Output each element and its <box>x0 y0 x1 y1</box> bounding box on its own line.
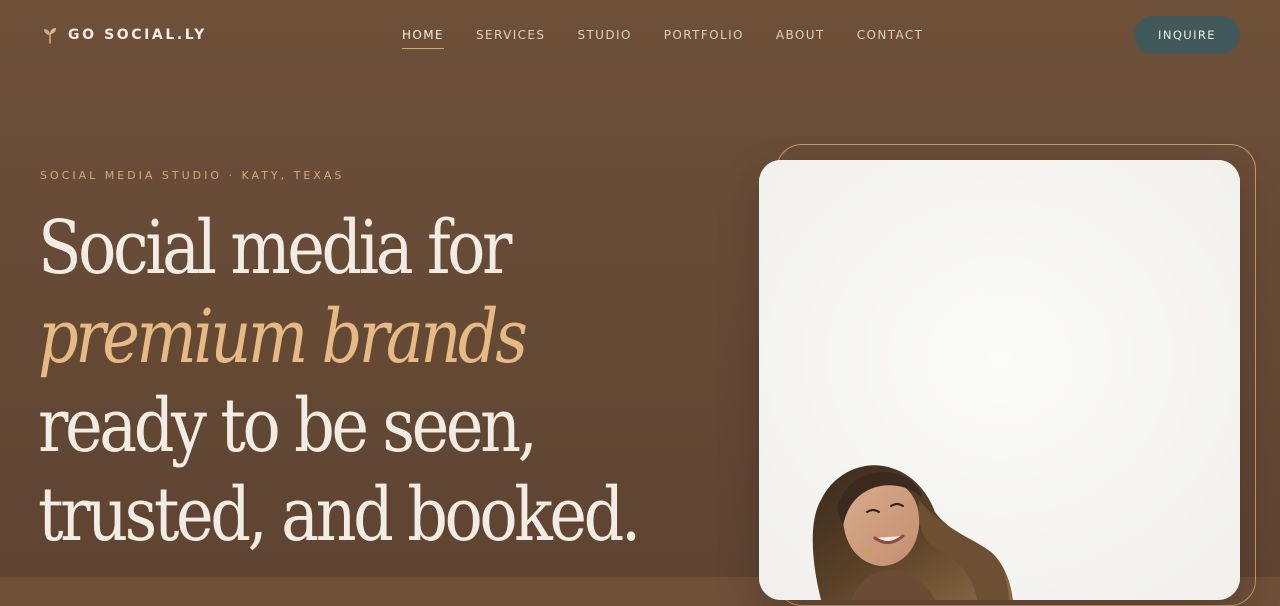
nav-home[interactable]: HOME <box>402 28 445 49</box>
hero-headline: Social media for premium brands ready to… <box>38 204 641 560</box>
headline-line-4: trusted, and booked. <box>38 472 641 558</box>
top-navigation: GO SOCIAL.LY HOME SERVICES STUDIO PORTFO… <box>0 0 1280 72</box>
nav-studio[interactable]: STUDIO <box>577 28 631 48</box>
nav-about[interactable]: ABOUT <box>776 28 825 48</box>
sprout-icon <box>44 28 56 44</box>
hero-eyebrow: SOCIAL MEDIA STUDIO · KATY, TEXAS <box>40 169 345 182</box>
nav-portfolio[interactable]: PORTFOLIO <box>664 28 744 48</box>
headline-accent: premium brands <box>38 294 528 380</box>
portrait-photo <box>759 160 1240 600</box>
headline-line-3: ready to be seen, <box>38 383 538 469</box>
nav-services[interactable]: SERVICES <box>476 28 545 48</box>
hero-photo-card <box>759 160 1240 600</box>
brand-name: GO SOCIAL.LY <box>68 27 207 43</box>
headline-line-1: Social media for <box>38 205 512 291</box>
main-menu: HOME SERVICES STUDIO PORTFOLIO ABOUT CON… <box>402 28 924 49</box>
brand-logo[interactable]: GO SOCIAL.LY <box>42 26 207 44</box>
nav-contact[interactable]: CONTACT <box>857 28 924 48</box>
inquire-button[interactable]: INQUIRE <box>1134 16 1240 54</box>
